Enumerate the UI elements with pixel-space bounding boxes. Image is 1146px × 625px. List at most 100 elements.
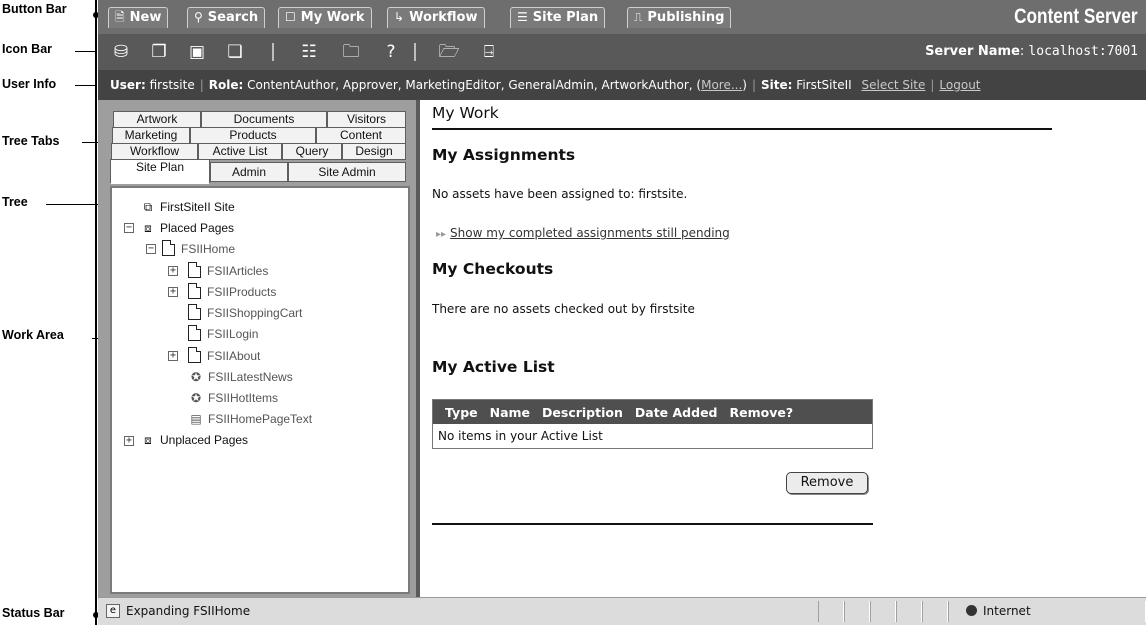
tree-node-fsiilogin[interactable]: FSIILogin xyxy=(188,325,258,342)
column-description: Description xyxy=(542,404,623,420)
assignments-text: No assets have been assigned to: firstsi… xyxy=(432,187,688,201)
table-row: No items in your Active List xyxy=(438,429,603,443)
folder-icon[interactable]: 🗀 xyxy=(338,40,364,64)
zone-label: Internet xyxy=(983,604,1031,618)
server-name-label: Server Name xyxy=(925,44,1020,59)
pending-assignments-link[interactable]: ▸▸ Show my completed assignments still pe… xyxy=(436,226,730,240)
tab-site-admin[interactable]: Site Admin xyxy=(288,162,406,182)
tree-node-label: FSIIHome xyxy=(181,242,236,256)
tab-site-plan[interactable]: Site Plan xyxy=(110,159,210,184)
copy-icon[interactable]: ❐ xyxy=(146,40,172,64)
tab-active-list[interactable]: Active List xyxy=(198,143,282,160)
logout-link[interactable]: Logout xyxy=(939,78,980,92)
my-work-button[interactable]: ☐ My Work xyxy=(278,7,372,28)
separator: | xyxy=(199,78,204,92)
tree-node-fsiiarticles[interactable]: FSIIArticles xyxy=(188,262,268,279)
select-site-link[interactable]: Select Site xyxy=(862,78,926,92)
tab-design[interactable]: Design xyxy=(342,143,406,160)
collapse-icon[interactable]: − xyxy=(146,244,156,254)
search-button[interactable]: ⚲ Search xyxy=(187,7,266,28)
status-cell xyxy=(844,601,870,622)
collapse-icon[interactable]: − xyxy=(124,223,134,233)
tree-node-fsiihomepagetext[interactable]: ▤ FSIIHomePageText xyxy=(188,411,312,427)
product-logo: Content Server xyxy=(1014,5,1138,28)
role-list-close: ) xyxy=(742,78,747,92)
remove-button[interactable]: Remove xyxy=(786,472,868,494)
tab-marketing[interactable]: Marketing xyxy=(112,127,190,144)
status-cell xyxy=(870,601,896,622)
tree-node-fsiiproducts[interactable]: FSIIProducts xyxy=(188,283,276,300)
inspect-icon[interactable]: ▣ xyxy=(184,40,210,64)
site-plan-icon: ☰ xyxy=(517,10,528,24)
icon-bar: ⛁ ❐ ▣ ❏ ☷ 🗀 ? 🗁 ⍈ Server Name: localhost… xyxy=(98,34,1146,70)
search-icon: ⚲ xyxy=(194,10,203,24)
user-name: firstsite xyxy=(149,78,195,92)
expand-icon[interactable]: + xyxy=(168,266,178,276)
active-list-heading: My Active List xyxy=(432,358,555,376)
callout-tree-tabs: Tree Tabs xyxy=(2,134,60,148)
tree-node-fsiihome[interactable]: FSIIHome xyxy=(162,240,235,257)
tree-node-unplaced-pages[interactable]: ⧈ Unplaced Pages xyxy=(140,432,248,448)
text-asset-icon: ▤ xyxy=(190,412,202,426)
column-date-added: Date Added xyxy=(634,404,718,420)
collection-icon: ✪ xyxy=(190,370,202,384)
my-work-icon: ☐ xyxy=(285,10,296,24)
tree-node-fsiishoppingcart[interactable]: FSIIShoppingCart xyxy=(188,304,302,321)
tree-node-root[interactable]: ⧉ FirstSiteII Site xyxy=(140,199,235,215)
bookmark-icon[interactable]: ⛁ xyxy=(108,40,134,64)
tab-products[interactable]: Products xyxy=(190,127,316,144)
page-icon xyxy=(188,262,201,278)
tab-admin[interactable]: Admin xyxy=(210,162,288,182)
role-list: ContentAuthor, Approver, MarketingEditor… xyxy=(247,78,702,92)
tree-node-placed-pages[interactable]: ⧈ Placed Pages xyxy=(140,220,234,236)
new-label: New xyxy=(129,10,162,25)
help-icon[interactable]: ? xyxy=(378,40,404,64)
collection-icon: ✪ xyxy=(190,391,202,405)
new-button[interactable]: 🗎 New xyxy=(108,7,169,28)
pages-icon: ⧈ xyxy=(144,433,152,447)
page-icon xyxy=(188,347,201,363)
status-cell xyxy=(818,601,844,622)
tree-node-fsiiabout[interactable]: FSIIAbout xyxy=(188,347,260,364)
column-type: Type xyxy=(445,404,478,420)
publishing-button[interactable]: ⎍ Publishing xyxy=(627,7,732,28)
more-roles-link[interactable]: More... xyxy=(701,78,742,92)
tree-node-label: FSIILogin xyxy=(207,327,259,341)
expand-icon[interactable]: + xyxy=(168,287,178,297)
list-icon[interactable]: ☷ xyxy=(296,40,322,64)
expand-icon[interactable]: + xyxy=(124,436,134,446)
tree-tabs: Artwork Documents Visitors Marketing Pro… xyxy=(110,106,406,190)
checkouts-text: There are no assets checked out by first… xyxy=(432,302,695,316)
workflow-button[interactable]: ↳ Workflow xyxy=(387,7,485,28)
status-bar: e Expanding FSIIHome Internet xyxy=(98,597,1146,625)
tab-visitors[interactable]: Visitors xyxy=(327,111,406,128)
expand-icon[interactable]: + xyxy=(168,351,178,361)
tree-node-label: FSIIHomePageText xyxy=(208,412,313,426)
workflow-label: Workflow xyxy=(409,10,478,25)
callout-button-bar: Button Bar xyxy=(2,2,67,16)
tree-node-label: FirstSiteII Site xyxy=(160,200,235,214)
annotation-axis xyxy=(95,0,97,625)
tab-query[interactable]: Query xyxy=(282,143,342,160)
my-work-label: My Work xyxy=(300,10,365,25)
server-name: Server Name: localhost:7001 xyxy=(925,44,1138,59)
duplicate-icon[interactable]: ❏ xyxy=(222,40,248,64)
folder-add-icon[interactable]: 🗁 xyxy=(436,40,462,64)
tab-documents[interactable]: Documents xyxy=(201,111,327,128)
logout-icon[interactable]: ⍈ xyxy=(476,40,502,64)
tree-node-fsiilatestnews[interactable]: ✪ FSIILatestNews xyxy=(188,369,293,385)
tab-artwork[interactable]: Artwork xyxy=(113,111,201,128)
page-title: My Work xyxy=(432,104,499,122)
site-plan-label: Site Plan xyxy=(532,10,599,25)
content-server-window: 🗎 New ⚲ Search ☐ My Work ↳ Workflow ☰ Site Pl… xyxy=(98,0,1146,625)
tree-node-fsiihotitems[interactable]: ✪ FSIIHotItems xyxy=(188,390,278,406)
separator xyxy=(414,43,416,61)
title-rule xyxy=(432,128,1052,130)
assignments-heading: My Assignments xyxy=(432,146,576,164)
separator: | xyxy=(930,78,935,92)
tab-content[interactable]: Content xyxy=(316,127,406,144)
button-bar: 🗎 New ⚲ Search ☐ My Work ↳ Workflow ☰ Site Pl… xyxy=(98,0,1146,34)
new-doc-icon: 🗎 xyxy=(115,10,125,24)
site-plan-button[interactable]: ☰ Site Plan xyxy=(510,7,606,28)
tab-workflow[interactable]: Workflow xyxy=(111,143,198,160)
